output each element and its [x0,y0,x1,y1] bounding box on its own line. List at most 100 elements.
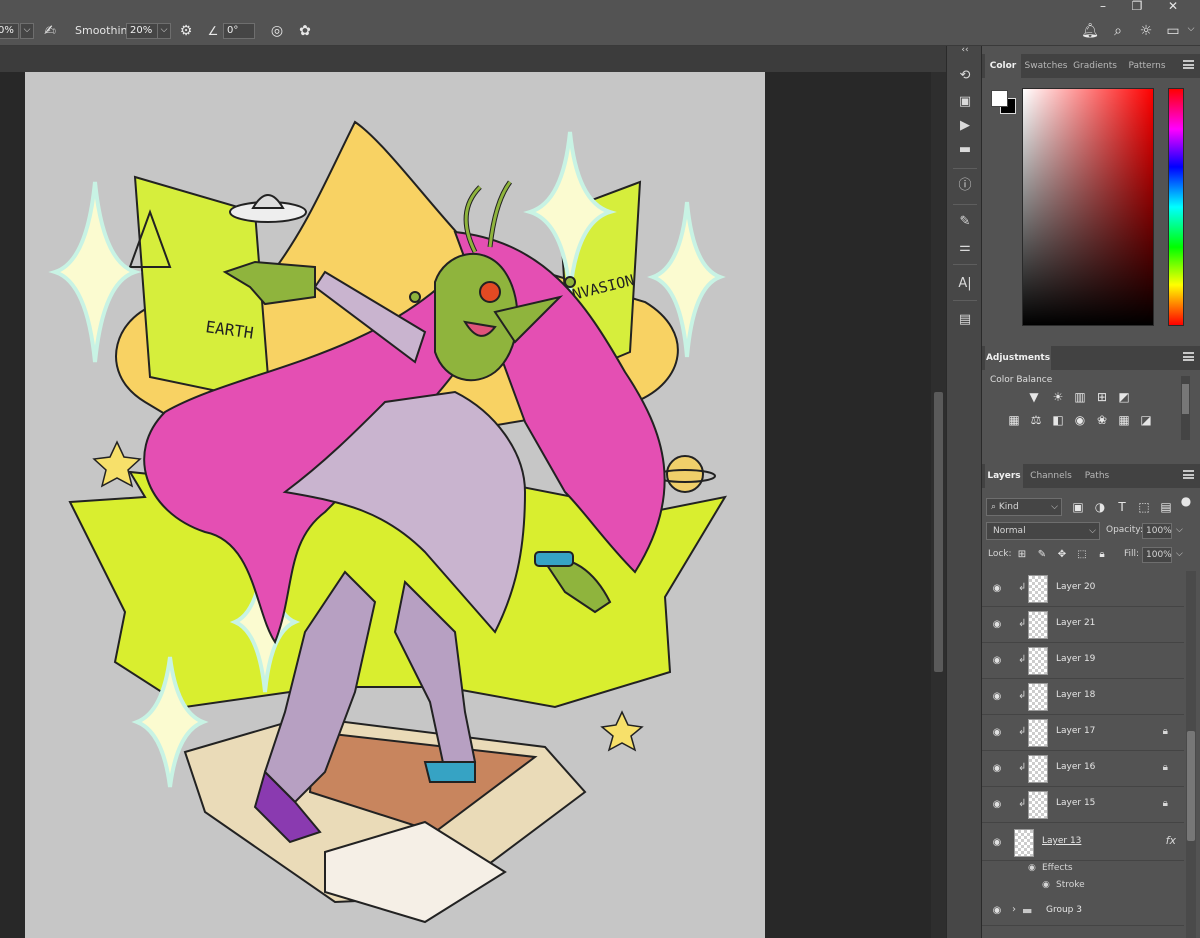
blend-mode-select[interactable]: Normal ⌵ [986,522,1100,540]
tab-channels[interactable]: Channels [1025,464,1077,488]
layer-name[interactable]: Group 3 [1046,905,1082,915]
layer-name[interactable]: Layer 19 [1056,654,1095,664]
group-expand-chevron-icon[interactable]: › [1012,904,1016,915]
bell-icon[interactable]: 🔔︎ [1080,21,1100,41]
symmetry-butterfly-icon[interactable]: ✿ [295,21,315,41]
lightbulb-icon[interactable]: ☼ [1136,21,1156,41]
color-balance-icon[interactable]: ⚖ [1028,413,1044,427]
layer-row[interactable]: ◉ ↲ Layer 21 [982,607,1184,643]
filter-pixel-icon[interactable]: ▣ [1070,500,1086,514]
properties-icon[interactable]: ▤ [955,310,975,330]
character-icon[interactable]: A| [955,274,975,294]
image-panel-icon[interactable]: ▣ [955,92,975,112]
flow-field[interactable]: 0% [0,23,19,39]
layer-name[interactable]: Layer 13 [1042,836,1081,846]
layer-row[interactable]: ◉ ↲ Layer 18 [982,679,1184,715]
layer-name[interactable]: Layer 20 [1056,582,1095,592]
brightness-icon[interactable]: ☀ [1050,390,1066,404]
foreground-swatch[interactable] [991,90,1008,107]
levels-triangle-icon[interactable]: ▼ [1026,390,1042,404]
adjustments-scrollbar[interactable] [1181,376,1190,440]
search-icon[interactable]: ⌕ [1108,21,1128,41]
filter-adjustment-icon[interactable]: ◑ [1092,500,1108,514]
opacity-dropdown-icon[interactable]: ⌵ [1176,525,1183,535]
tab-swatches[interactable]: Swatches [1023,54,1069,78]
visibility-eye-icon[interactable]: ◉ [990,763,1004,775]
visibility-eye-icon[interactable]: ◉ [990,799,1004,811]
tab-color[interactable]: Color [985,54,1021,78]
tool-presets-icon[interactable]: ⚌ [955,238,975,258]
layer-row[interactable]: ◉ ↲ Layer 15 🔒︎ [982,787,1184,823]
channel-mixer-icon[interactable]: ❀ [1094,413,1110,427]
tab-adjustments[interactable]: Adjustments [985,346,1051,370]
layer-name[interactable]: Layer 21 [1056,618,1095,628]
brush-settings-icon[interactable]: ✎ [955,212,975,232]
visibility-eye-icon[interactable]: ◉ [990,583,1004,595]
info-icon[interactable]: ⓘ [955,176,975,196]
visibility-eye-icon[interactable]: ◉ [990,691,1004,703]
filter-shape-icon[interactable]: ⬚ [1136,500,1152,514]
minimize-icon[interactable]: – [1090,0,1116,16]
layer-row[interactable]: ◉ ↲ Layer 20 [982,571,1184,607]
layer-name[interactable]: Layer 18 [1056,690,1095,700]
angle-field[interactable]: 0° [223,23,255,39]
visibility-eye-icon[interactable]: ◉ [990,727,1004,739]
effects-eye-icon[interactable]: ◉ [1028,863,1036,873]
restore-icon[interactable]: ❐ [1124,0,1150,16]
canvas[interactable]: EARTH INVASION [25,72,765,938]
black-white-icon[interactable]: ◧ [1050,413,1066,427]
layer-name[interactable]: Layer 17 [1056,726,1095,736]
tab-layers[interactable]: Layers [985,464,1023,488]
filter-toggle-icon[interactable]: ● [1178,494,1194,508]
workspace-dropdown[interactable]: ⌵ [1184,23,1198,39]
smoothing-field[interactable]: 20% [126,23,158,39]
gear-icon[interactable]: ⚙ [176,21,196,41]
visibility-eye-icon[interactable]: ◉ [990,837,1004,849]
lock-brush-icon[interactable]: ✎ [1034,548,1050,562]
lock-transparent-icon[interactable]: ⊞ [1014,548,1030,562]
filter-smart-object-icon[interactable]: ▤ [1158,500,1174,514]
tab-paths[interactable]: Paths [1079,464,1115,488]
layers-menu-icon[interactable] [1183,470,1194,479]
vibrance-icon[interactable]: ▦ [1006,413,1022,427]
layer-row[interactable]: ◉ ↲ Layer 19 [982,643,1184,679]
exposure-icon[interactable]: ◩ [1116,390,1132,404]
canvas-vertical-scrollbar[interactable] [931,72,946,938]
flow-dropdown[interactable]: ⌵ [20,23,34,39]
airbrush-icon[interactable]: ✍ [40,21,60,41]
collapse-panel-icon[interactable]: ‹‹ [955,40,975,60]
opacity-field[interactable]: 100% [1142,523,1172,539]
effects-row[interactable]: ◉ Effects [982,861,1184,878]
fx-badge[interactable]: fx [1166,834,1176,847]
filter-kind-select[interactable]: ⌕ Kind ⌵ [986,498,1062,516]
color-panel-menu-icon[interactable] [1183,60,1194,69]
hue-slider[interactable] [1168,88,1184,326]
lock-all-icon[interactable]: 🔒︎ [1094,548,1110,562]
curves-icon[interactable]: ⊞ [1094,390,1110,404]
layer-row-layer-13[interactable]: ◉ Layer 13 fx [982,825,1184,861]
smoothing-dropdown[interactable]: ⌵ [157,23,171,39]
photo-filter-icon[interactable]: ◉ [1072,413,1088,427]
layer-row[interactable]: ◉ ↲ Layer 16 🔒︎ [982,751,1184,787]
layer-row-group-3[interactable]: ◉ › ▬ Group 3 [982,896,1184,926]
fill-field[interactable]: 100% [1142,547,1172,563]
tab-gradients[interactable]: Gradients [1071,54,1119,78]
layer-name[interactable]: Layer 16 [1056,762,1095,772]
layer-name[interactable]: Layer 15 [1056,798,1095,808]
lock-artboard-icon[interactable]: ⬚ [1074,548,1090,562]
visibility-eye-icon[interactable]: ◉ [990,905,1004,917]
pressure-icon[interactable]: ◎ [267,21,287,41]
levels-icon[interactable]: ▥ [1072,390,1088,404]
invert-icon[interactable]: ◪ [1138,413,1154,427]
visibility-eye-icon[interactable]: ◉ [990,619,1004,631]
tab-patterns[interactable]: Patterns [1121,54,1173,78]
lock-move-icon[interactable]: ✥ [1054,548,1070,562]
workspace-icon[interactable]: ▭ [1163,21,1183,41]
layers-scrollbar[interactable] [1186,571,1196,938]
color-field[interactable] [1022,88,1154,326]
fill-dropdown-icon[interactable]: ⌵ [1176,549,1183,559]
history-icon[interactable]: ⟲ [955,66,975,86]
stroke-effect-row[interactable]: ◉ Stroke [982,878,1184,895]
visibility-eye-icon[interactable]: ◉ [990,655,1004,667]
filter-type-icon[interactable]: T [1114,500,1130,514]
